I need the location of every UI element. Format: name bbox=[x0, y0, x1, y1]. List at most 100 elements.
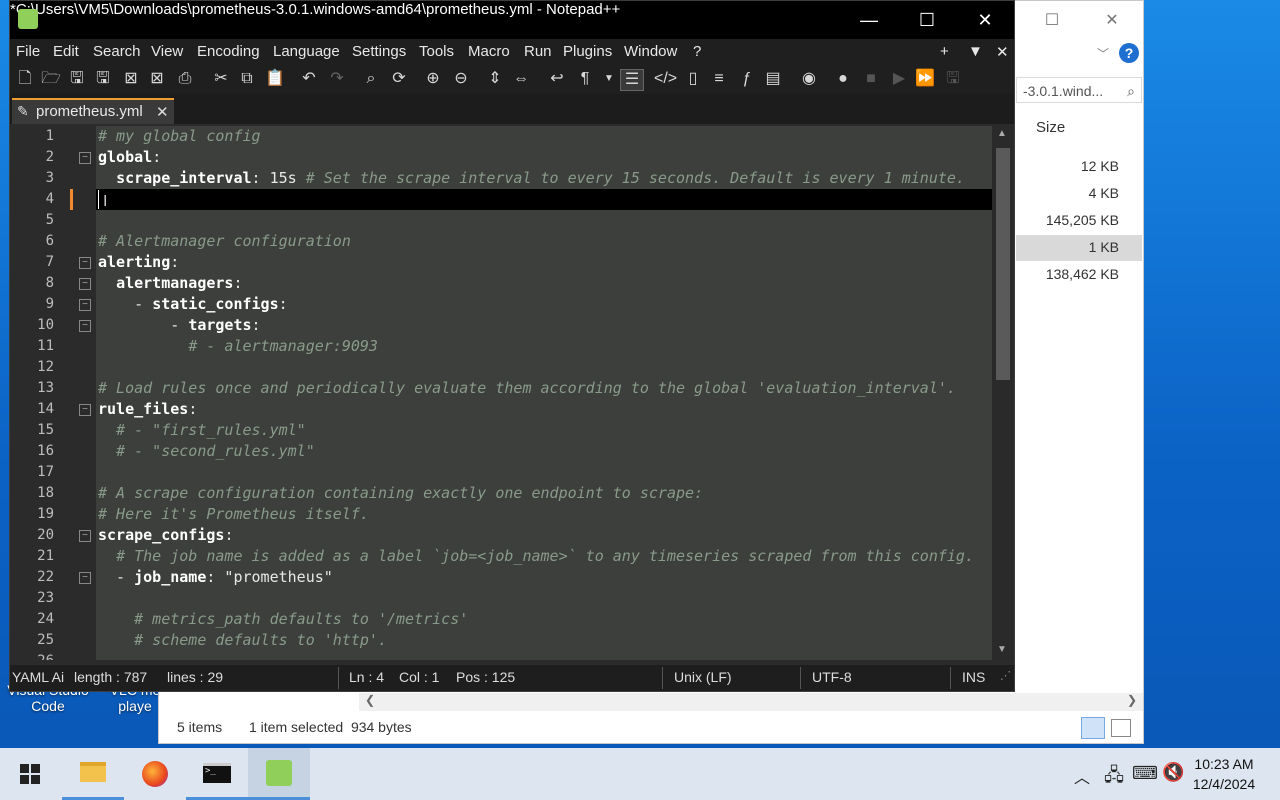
taskbar-firefox[interactable] bbox=[124, 748, 186, 800]
scrollbar-thumb[interactable] bbox=[996, 148, 1010, 380]
tab-prometheus-yml[interactable]: ✎ prometheus.yml ✕ bbox=[12, 98, 174, 124]
code-line[interactable]: rule_files: bbox=[98, 400, 197, 418]
fold-toggle[interactable]: − bbox=[79, 152, 91, 164]
menu-edit[interactable]: Edit bbox=[53, 43, 79, 60]
document-map-icon[interactable]: ▯ bbox=[682, 69, 704, 89]
maximize-button[interactable]: ☐ bbox=[898, 1, 956, 39]
zoom-in-icon[interactable]: ⊕ bbox=[422, 69, 444, 89]
code-line[interactable]: global: bbox=[98, 148, 161, 166]
fold-toggle[interactable]: − bbox=[79, 320, 91, 332]
find-icon[interactable]: ⌕ bbox=[360, 69, 382, 89]
play-macro-icon[interactable]: ▶ bbox=[888, 69, 910, 89]
code-line[interactable]: alerting: bbox=[98, 253, 179, 271]
code-line[interactable]: # Load rules once and periodically evalu… bbox=[98, 379, 956, 397]
sync-vertical-icon[interactable]: ⇕ bbox=[484, 69, 506, 89]
code-line[interactable]: # A scrape configuration containing exac… bbox=[98, 484, 703, 502]
save-icon[interactable]: 🖫 bbox=[66, 69, 88, 89]
stop-macro-icon[interactable]: ■ bbox=[860, 69, 882, 89]
print-icon[interactable]: ⎙ bbox=[174, 69, 196, 89]
taskbar-notepadpp[interactable] bbox=[248, 748, 310, 800]
details-view-icon[interactable] bbox=[1081, 717, 1105, 739]
code-line[interactable]: # Alertmanager configuration bbox=[98, 232, 351, 250]
code-line[interactable]: - targets: bbox=[98, 316, 260, 334]
search-icon[interactable]: ⌕ bbox=[1127, 78, 1135, 102]
sync-horizontal-icon[interactable]: ⇔ bbox=[510, 69, 532, 89]
cut-icon[interactable]: ✂ bbox=[210, 69, 232, 89]
save-all-icon[interactable]: 🖫 bbox=[92, 69, 114, 89]
code-line[interactable]: # - "second_rules.yml" bbox=[98, 442, 315, 460]
folder-workspace-icon[interactable]: ▤ bbox=[762, 69, 784, 89]
new-tab-icon[interactable]: + bbox=[940, 43, 949, 60]
close-button[interactable]: ✕ bbox=[956, 1, 1014, 39]
code-line[interactable]: # scheme defaults to 'http'. bbox=[98, 631, 387, 649]
word-wrap-icon[interactable]: ↩ bbox=[546, 69, 568, 89]
start-windows-icon[interactable] bbox=[20, 764, 40, 784]
chevron-down-icon[interactable]: ﹀ bbox=[1097, 45, 1109, 62]
title-bar[interactable]: *C:\Users\VM5\Downloads\prometheus-3.0.1… bbox=[10, 1, 1014, 39]
menu-language[interactable]: Language bbox=[273, 43, 340, 60]
monitoring-icon[interactable]: ◉ bbox=[798, 69, 820, 89]
menu-settings[interactable]: Settings bbox=[352, 43, 406, 60]
taskbar-terminal[interactable]: >_ bbox=[186, 748, 248, 800]
indent-guide-icon[interactable]: ☰ bbox=[620, 69, 644, 91]
speaker-muted-icon[interactable]: 🔇 bbox=[1162, 762, 1184, 783]
fold-toggle[interactable]: − bbox=[79, 299, 91, 311]
menu-view[interactable]: View bbox=[151, 43, 183, 60]
maximize-icon[interactable]: ☐ bbox=[1039, 9, 1065, 33]
scroll-up-icon[interactable]: ▲ bbox=[997, 128, 1007, 139]
code-line[interactable]: # - "first_rules.yml" bbox=[98, 421, 306, 439]
chevron-up-icon[interactable]: ︿ bbox=[1074, 764, 1090, 788]
fold-toggle[interactable]: − bbox=[79, 404, 91, 416]
record-macro-icon[interactable]: ● bbox=[832, 69, 854, 89]
network-icon[interactable]: 🖧 bbox=[1104, 763, 1124, 793]
fold-toggle[interactable]: − bbox=[79, 530, 91, 542]
close-all-icon[interactable]: ⊠ bbox=[146, 69, 168, 89]
scroll-left-icon[interactable]: ❮ bbox=[365, 693, 375, 707]
code-line[interactable]: - job_name: "prometheus" bbox=[98, 568, 333, 586]
paste-icon[interactable]: 📋 bbox=[264, 69, 286, 89]
fold-toggle[interactable]: − bbox=[79, 572, 91, 584]
code-line[interactable]: # Here it's Prometheus itself. bbox=[98, 505, 369, 523]
code-icon[interactable]: </> bbox=[654, 69, 677, 89]
menu-search[interactable]: Search bbox=[93, 43, 141, 60]
copy-icon[interactable]: ⧉ bbox=[236, 69, 258, 89]
undo-icon[interactable]: ↶ bbox=[298, 69, 320, 89]
code-editor[interactable]: 1 # my global config 2 global: 3 scrape_inte… bbox=[10, 126, 1014, 660]
menu-file[interactable]: File bbox=[16, 43, 40, 60]
run-macro-multiple-icon[interactable]: ⏩ bbox=[914, 69, 936, 89]
code-line[interactable]: # metrics_path defaults to '/metrics' bbox=[98, 610, 468, 628]
scroll-right-icon[interactable]: ❯ bbox=[1127, 693, 1137, 707]
save-macro-icon[interactable]: 🖫 bbox=[942, 69, 964, 89]
code-line[interactable]: # my global config bbox=[98, 127, 261, 145]
menu-tools[interactable]: Tools bbox=[419, 43, 454, 60]
address-bar[interactable]: -3.0.1.wind... ⌕ bbox=[1016, 77, 1142, 103]
resize-grip-icon[interactable]: ⋰ bbox=[1000, 669, 1011, 682]
function-icon[interactable]: ƒ bbox=[736, 69, 758, 89]
show-all-chars-icon[interactable]: ¶ bbox=[574, 69, 596, 89]
redo-icon[interactable]: ↷ bbox=[326, 69, 348, 89]
code-line[interactable]: alertmanagers: bbox=[98, 274, 242, 292]
tab-close-icon[interactable]: ✕ bbox=[156, 103, 169, 121]
column-header-size[interactable]: Size bbox=[1036, 119, 1065, 136]
horizontal-scrollbar[interactable]: ❮ ❯ bbox=[359, 693, 1143, 711]
menu-window[interactable]: Window bbox=[624, 43, 677, 60]
large-icons-view-icon[interactable] bbox=[1111, 719, 1131, 737]
function-list-icon[interactable]: ≡ bbox=[708, 69, 730, 89]
menu-macro[interactable]: Macro bbox=[468, 43, 510, 60]
help-icon[interactable]: ? bbox=[1119, 43, 1139, 63]
keyboard-icon[interactable]: ⌨ bbox=[1132, 763, 1158, 784]
menu-plugins[interactable]: Plugins bbox=[563, 43, 612, 60]
tab-list-icon[interactable]: ▼ bbox=[968, 43, 983, 60]
new-file-icon[interactable]: 🗋 bbox=[14, 69, 36, 89]
system-clock[interactable]: 10:23 AM 12/4/2024 bbox=[1184, 754, 1264, 794]
taskbar-file-explorer[interactable] bbox=[62, 748, 124, 800]
code-line[interactable]: - static_configs: bbox=[98, 295, 288, 313]
menu-help[interactable]: ? bbox=[693, 43, 701, 60]
close-icon[interactable]: ✕ bbox=[1099, 9, 1125, 33]
menu-run[interactable]: Run bbox=[524, 43, 552, 60]
open-file-icon[interactable]: 🗁 bbox=[40, 69, 62, 89]
zoom-out-icon[interactable]: ⊖ bbox=[450, 69, 472, 89]
fold-toggle[interactable]: − bbox=[79, 257, 91, 269]
code-line[interactable]: # - alertmanager:9093 bbox=[98, 337, 378, 355]
code-line[interactable]: # The job name is added as a label `job=… bbox=[98, 547, 974, 565]
